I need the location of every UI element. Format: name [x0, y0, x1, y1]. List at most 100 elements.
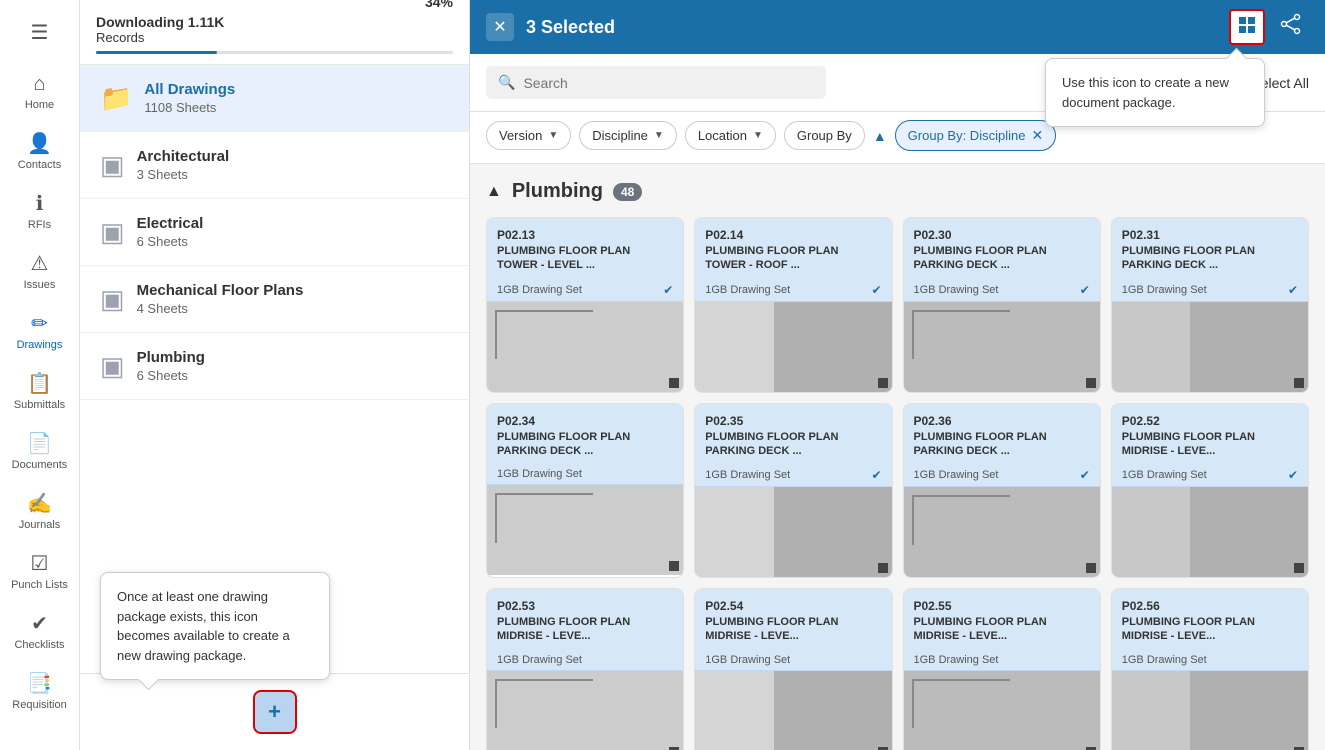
drawing-card[interactable]: P02.36 PLUMBING FLOOR PLAN PARKING DECK … — [903, 403, 1101, 579]
verified-icon: ✔ — [1288, 468, 1298, 482]
card-preview — [695, 302, 891, 392]
folder-sheets-arch: 3 Sheets — [137, 167, 449, 182]
hamburger-icon[interactable]: ☰ — [23, 12, 57, 53]
drawing-card[interactable]: P02.35 PLUMBING FLOOR PLAN PARKING DECK … — [694, 403, 892, 579]
sidebar-item-journals[interactable]: ✍ Journals — [5, 483, 75, 539]
version-label: Version — [499, 128, 542, 143]
sidebar-item-contacts[interactable]: 👤 Contacts — [5, 123, 75, 179]
sidebar-item-drawings[interactable]: ✏ Drawings — [5, 303, 75, 359]
card-set-label: 1GB Drawing Set — [705, 654, 790, 666]
sidebar-item-home[interactable]: ⌂ Home — [5, 65, 75, 119]
card-set-label: 1GB Drawing Set — [497, 468, 582, 480]
create-package-button[interactable] — [1229, 9, 1265, 45]
drawing-card[interactable]: P02.13 PLUMBING FLOOR PLAN TOWER - LEVEL… — [486, 217, 684, 393]
card-meta: 1GB Drawing Set ✔ — [487, 279, 683, 302]
card-set-label: 1GB Drawing Set — [705, 284, 790, 296]
close-selection-button[interactable]: ✕ — [486, 13, 514, 41]
group-by-filter[interactable]: Group By — [784, 121, 865, 150]
version-arrow-icon: ▼ — [548, 130, 558, 141]
folder-item-plumb[interactable]: ▣ Plumbing 6 Sheets — [80, 333, 469, 400]
folder-item-mech[interactable]: ▣ Mechanical Floor Plans 4 Sheets — [80, 266, 469, 333]
drawing-card[interactable]: P02.52 PLUMBING FLOOR PLAN MIDRISE - LEV… — [1111, 403, 1309, 579]
card-header: P02.54 PLUMBING FLOOR PLAN MIDRISE - LEV… — [695, 589, 891, 650]
card-meta: 1GB Drawing Set ✔ — [695, 464, 891, 487]
verified-icon: ✔ — [1080, 283, 1090, 297]
search-box[interactable]: 🔍 — [486, 66, 826, 99]
card-code: P02.34 — [497, 414, 673, 428]
section-title: Plumbing — [512, 180, 603, 203]
card-code: P02.54 — [705, 599, 881, 613]
submittals-icon: 📋 — [27, 371, 52, 396]
drawing-card[interactable]: P02.31 PLUMBING FLOOR PLAN PARKING DECK … — [1111, 217, 1309, 393]
drawing-card[interactable]: P02.14 PLUMBING FLOOR PLAN TOWER - ROOF … — [694, 217, 892, 393]
close-icon: ✕ — [493, 17, 506, 37]
folder-item-all[interactable]: 📁 All Drawings 1108 Sheets — [80, 65, 469, 132]
tooltip-bottom: Once at least one drawing package exists… — [100, 572, 330, 680]
card-header: P02.13 PLUMBING FLOOR PLAN TOWER - LEVEL… — [487, 218, 683, 279]
add-drawing-package-button[interactable]: + — [253, 690, 297, 734]
card-title: PLUMBING FLOOR PLAN MIDRISE - LEVE... — [1122, 615, 1298, 644]
sort-up-arrow-icon[interactable]: ▲ — [873, 128, 887, 144]
card-header: P02.34 PLUMBING FLOOR PLAN PARKING DECK … — [487, 404, 683, 465]
folder-sheets-elec: 6 Sheets — [137, 234, 449, 249]
sidebar-item-requisition[interactable]: 📑 Requisition — [5, 663, 75, 719]
sidebar-item-submittals[interactable]: 📋 Submittals — [5, 363, 75, 419]
card-meta: 1GB Drawing Set — [487, 464, 683, 485]
active-group-chip[interactable]: Group By: Discipline ✕ — [895, 120, 1057, 151]
tooltip-bottom-text: Once at least one drawing package exists… — [117, 589, 290, 663]
sidebar-item-rfis[interactable]: ℹ RFIs — [5, 183, 75, 239]
card-title: PLUMBING FLOOR PLAN PARKING DECK ... — [914, 430, 1090, 459]
card-preview — [487, 302, 683, 392]
rfis-icon: ℹ — [36, 191, 44, 216]
location-arrow-icon: ▼ — [753, 130, 763, 141]
sidebar-item-documents[interactable]: 📄 Documents — [5, 423, 75, 479]
sidebar-item-checklists[interactable]: ✔ Checklists — [5, 603, 75, 659]
drawing-card[interactable]: P02.55 PLUMBING FLOOR PLAN MIDRISE - LEV… — [903, 588, 1101, 750]
sidebar-label-journals: Journals — [19, 519, 61, 531]
share-button[interactable] — [1273, 9, 1309, 45]
main-wrapper: ✕ 3 Selected — [470, 0, 1325, 750]
plus-icon: + — [268, 699, 281, 725]
version-filter[interactable]: Version ▼ — [486, 121, 571, 150]
discipline-filter[interactable]: Discipline ▼ — [579, 121, 677, 150]
folder-sheets-mech: 4 Sheets — [137, 301, 449, 316]
drawing-card[interactable]: P02.30 PLUMBING FLOOR PLAN PARKING DECK … — [903, 217, 1101, 393]
card-code: P02.55 — [914, 599, 1090, 613]
folder-name-elec: Electrical — [137, 215, 449, 232]
sidebar-item-issues[interactable]: ⚠ Issues — [5, 243, 75, 299]
location-filter[interactable]: Location ▼ — [685, 121, 776, 150]
sidebar-item-punch-lists[interactable]: ☑ Punch Lists — [5, 543, 75, 599]
remove-filter-button[interactable]: ✕ — [1031, 127, 1043, 144]
sidebar-label-submittals: Submittals — [14, 399, 65, 411]
section-collapse-button[interactable]: ▲ — [486, 183, 502, 201]
folder-icon-all: 📁 — [100, 83, 132, 114]
checklists-icon: ✔ — [31, 611, 48, 636]
location-label: Location — [698, 128, 747, 143]
drawing-card[interactable]: P02.54 PLUMBING FLOOR PLAN MIDRISE - LEV… — [694, 588, 892, 750]
search-input[interactable] — [523, 75, 814, 91]
card-header: P02.52 PLUMBING FLOOR PLAN MIDRISE - LEV… — [1112, 404, 1308, 465]
discipline-arrow-icon: ▼ — [654, 130, 664, 141]
card-set-label: 1GB Drawing Set — [914, 284, 999, 296]
card-meta: 1GB Drawing Set ✔ — [904, 279, 1100, 302]
card-set-label: 1GB Drawing Set — [497, 654, 582, 666]
drawing-card[interactable]: P02.53 PLUMBING FLOOR PLAN MIDRISE - LEV… — [486, 588, 684, 750]
card-preview — [1112, 487, 1308, 577]
share-icon — [1280, 13, 1302, 41]
card-code: P02.14 — [705, 228, 881, 242]
card-meta: 1GB Drawing Set — [695, 650, 891, 671]
card-header: P02.53 PLUMBING FLOOR PLAN MIDRISE - LEV… — [487, 589, 683, 650]
left-panel: Downloading 1.11K Records 34% 📁 All Draw… — [80, 0, 470, 750]
card-title: PLUMBING FLOOR PLAN TOWER - LEVEL ... — [497, 244, 673, 273]
card-preview — [487, 485, 683, 575]
folder-sheets-plumb: 6 Sheets — [137, 368, 449, 383]
drawing-card[interactable]: P02.56 PLUMBING FLOOR PLAN MIDRISE - LEV… — [1111, 588, 1309, 750]
card-title: PLUMBING FLOOR PLAN MIDRISE - LEVE... — [1122, 430, 1298, 459]
drawing-card[interactable]: P02.34 PLUMBING FLOOR PLAN PARKING DECK … — [486, 403, 684, 579]
folder-item-elec[interactable]: ▣ Electrical 6 Sheets — [80, 199, 469, 266]
card-set-label: 1GB Drawing Set — [914, 469, 999, 481]
card-meta: 1GB Drawing Set — [1112, 650, 1308, 671]
folder-item-arch[interactable]: ▣ Architectural 3 Sheets — [80, 132, 469, 199]
verified-icon: ✔ — [1080, 468, 1090, 482]
verified-icon: ✔ — [871, 468, 881, 482]
